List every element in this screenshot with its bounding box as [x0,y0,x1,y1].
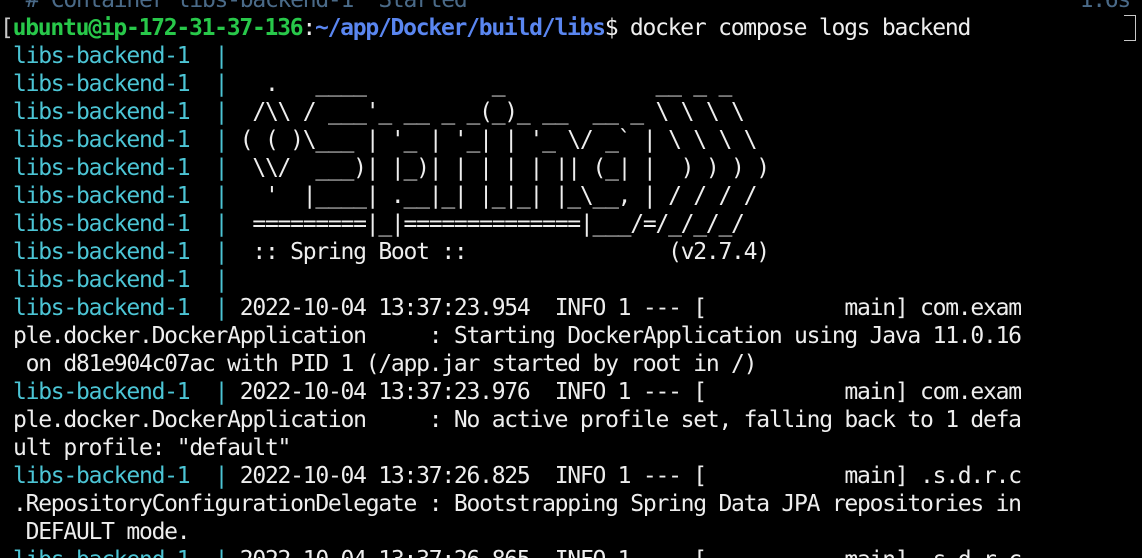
log-separator: | [189,71,240,97]
log-separator: | [189,155,240,181]
service-prefix: libs-backend-1 [13,183,191,209]
log-continuation: .RepositoryConfigurationDelegate : Boots… [13,491,1022,517]
banner-line: libs-backend-1 | ' |____| .__|_| |_|_| |… [0,182,1142,210]
log-continuation: on d81e904c07ac with PID 1 (/app.jar sta… [13,351,758,377]
banner-line: libs-backend-1 | [0,42,1142,70]
terminal-cursor [1124,15,1136,41]
banner-line: libs-backend-1 | \\/ ___)| |_)| | | | | … [0,154,1142,182]
log-line: libs-backend-1 | 2022-10-04 13:37:26.865… [0,546,1142,558]
log-continuation: DEFAULT mode. [13,519,191,545]
service-prefix: libs-backend-1 [13,379,191,405]
log-separator: | [189,127,240,153]
log-separator: | [189,183,240,209]
prompt-separator: : [302,15,316,41]
log-line: libs-backend-1 | 2022-10-04 13:37:23.954… [0,294,1142,322]
banner-line: libs-backend-1 | /\\ / ___'_ __ _ _(_)_ … [0,98,1142,126]
log-separator: | [189,239,240,265]
banner-line: libs-backend-1 | :: Spring Boot :: (v2.7… [0,238,1142,266]
banner-line: libs-backend-1 | . ____ _ __ _ _ [0,70,1142,98]
log-separator: | [189,295,240,321]
prompt-path: ~/app/Docker/build/libs [314,15,606,41]
log-text: ' |____| .__|_| |_|_| |_\__, | / / / / [239,183,758,209]
command-text: docker compose logs backend [629,15,971,41]
prompt-line: [ubuntu@ip-172-31-37-136:~/app/Docker/bu… [0,14,1142,42]
log-text: . ____ _ __ _ _ [239,71,732,97]
log-separator: | [189,379,240,405]
log-line: libs-backend-1 | 2022-10-04 13:37:26.825… [0,462,1142,490]
service-prefix: libs-backend-1 [13,71,191,97]
service-prefix: libs-backend-1 [13,99,191,125]
service-prefix: libs-backend-1 [13,463,191,489]
elapsed-time: 1.6s [1079,0,1132,13]
log-separator: | [189,267,240,293]
log-separator: | [189,99,240,125]
service-prefix: libs-backend-1 [13,43,191,69]
service-prefix: libs-backend-1 [13,267,191,293]
log-text: =========|_|==============|___/=/_/_/_/ [239,211,745,237]
banner-line: libs-backend-1 | ( ( )\___ | '_ | '_| | … [0,126,1142,154]
log-separator: | [189,547,239,558]
log-separator: | [189,211,240,237]
service-prefix: libs-backend-1 [13,547,191,558]
log-text: ( ( )\___ | '_ | '_| | '_ \/ _` | \ \ \ … [239,127,758,153]
banner-line: libs-backend-1 | =========|_|===========… [0,210,1142,238]
service-prefix: libs-backend-1 [13,211,191,237]
log-text: /\\ / ___'_ __ _ _(_)_ __ __ _ \ \ \ \ [239,99,745,125]
container-started-text: # Container libs-backend-1 Started [13,0,468,13]
service-prefix: libs-backend-1 [13,155,191,181]
banner-line: libs-backend-1 | [0,266,1142,294]
log-text: 2022-10-04 13:37:26.865 INFO 1 --- [ mai… [240,547,1022,558]
log-text: 2022-10-04 13:37:23.954 INFO 1 --- [ mai… [239,295,1022,321]
terminal-window[interactable]: # Container libs-backend-1 Started 1.6s [u… [0,0,1142,558]
service-prefix: libs-backend-1 [13,127,191,153]
terminal-output: # Container libs-backend-1 Started 1.6s [u… [0,0,1142,558]
previous-output-line: # Container libs-backend-1 Started 1.6s [0,0,1142,14]
prompt-symbol: $ [604,15,630,41]
log-separator: | [189,463,240,489]
log-text: 2022-10-04 13:37:26.825 INFO 1 --- [ mai… [239,463,1022,489]
log-continuation: ult profile: "default" [13,435,291,461]
prompt-user-host: ubuntu@ip-172-31-37-136 [12,15,304,41]
log-text: 2022-10-04 13:37:23.976 INFO 1 --- [ mai… [239,379,1022,405]
service-prefix: libs-backend-1 [13,239,191,265]
log-continuation: ple.docker.DockerApplication : No active… [13,407,1022,433]
service-prefix: libs-backend-1 [13,295,191,321]
log-continuation: ple.docker.DockerApplication : Starting … [13,323,1022,349]
log-text: :: Spring Boot :: (v2.7.4) [239,239,770,265]
log-text: \\/ ___)| |_)| | | | | || (_| | ) ) ) ) [239,155,770,181]
log-line: libs-backend-1 | 2022-10-04 13:37:23.976… [0,378,1142,406]
log-separator: | [189,43,240,69]
prompt-bracket: [ [0,15,14,41]
